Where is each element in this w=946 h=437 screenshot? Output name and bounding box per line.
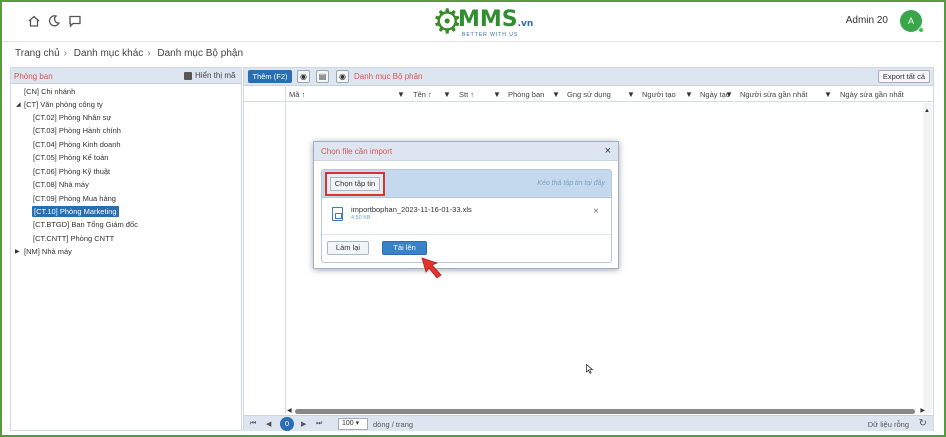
show-code-label: Hiển thị mã [195, 71, 236, 80]
user-name[interactable]: Admin 20 [846, 15, 888, 26]
target-icon[interactable]: ◉ [297, 70, 310, 83]
tree-item[interactable]: [CT.CNTT] Phòng CNTT [33, 233, 114, 244]
column-header-order[interactable]: Stt ↑ [459, 90, 474, 99]
scroll-left-icon[interactable]: ◀ [287, 407, 292, 414]
breadcrumb-separator: › [147, 48, 151, 59]
reset-button[interactable]: Làm lại [327, 241, 369, 255]
tree-item[interactable]: [CN] Chi nhánh [24, 86, 75, 97]
remove-file-icon[interactable]: × [593, 206, 599, 217]
breadcrumb-separator: › [63, 48, 67, 59]
scroll-right-icon[interactable]: ▶ [920, 407, 925, 414]
page-size-value: 100 [342, 420, 354, 427]
next-page-icon[interactable]: ▶ [301, 420, 306, 428]
filter-icon[interactable]: ▼ [824, 90, 832, 99]
column-separator [285, 87, 286, 102]
tree-item[interactable]: [CT.BTGD] Ban Tổng Giám đốc [33, 219, 138, 230]
tree-item[interactable]: [CT.03] Phòng Hành chính [33, 125, 121, 136]
tree-item[interactable]: [CT] Văn phòng công ty [24, 99, 103, 110]
last-page-icon[interactable]: ⏭ [316, 420, 322, 428]
tree-item[interactable]: [CT.08] Nhà máy [33, 179, 89, 190]
column-header-creator[interactable]: Người tạo [642, 90, 676, 99]
document-icon[interactable]: ▤ [316, 70, 329, 83]
dialog-header: Chọn file cần import × [314, 142, 618, 161]
filter-icon[interactable]: ▼ [443, 90, 451, 99]
logo-suffix-text: .vn [517, 19, 534, 29]
grid-title: Danh mục Bộ phận [354, 72, 423, 81]
column-header-code[interactable]: Mã ↑ [289, 90, 305, 99]
page-size-select[interactable]: 100 ▾ [338, 418, 368, 430]
vertical-scrollbar[interactable] [923, 103, 932, 413]
tree-item-selected[interactable]: [CT.10] Phòng Marketing [32, 206, 119, 217]
column-header-last-edited-date[interactable]: Ngày sửa gần nhất [840, 90, 904, 99]
caret-down-icon[interactable]: ◢ [16, 101, 21, 108]
file-upload-area: Chọn tập tin Kéo thả tập tin tại đây imp… [321, 169, 612, 263]
column-header-last-editor[interactable]: Người sửa gần nhất [740, 90, 808, 99]
filter-icon[interactable]: ▼ [552, 90, 560, 99]
column-header-in-use[interactable]: Gng sử dụng [567, 90, 611, 99]
add-button[interactable]: Thêm (F2) [248, 70, 292, 83]
filter-icon[interactable]: ▼ [397, 90, 405, 99]
file-size: 4.50 KB [351, 215, 371, 221]
home-icon[interactable] [26, 14, 42, 30]
horizontal-scrollbar[interactable]: ◀ ▶ [285, 408, 925, 414]
department-tree-panel: Phòng ban Hiển thị mã [CN] Chi nhánh ◢ [… [10, 67, 242, 431]
tree-item[interactable]: [CT.06] Phòng Kỹ thuật [33, 166, 110, 177]
column-header-name[interactable]: Tên ↑ [413, 90, 432, 99]
pager: ⏮ ◀ 0 ▶ ⏭ 100 ▾ dòng / trang Dữ liệu rỗn… [244, 415, 933, 431]
moon-icon[interactable] [46, 14, 62, 30]
mms-logo: ⚙ MMS.vn BETTER WITH US [432, 4, 534, 40]
tree-item[interactable]: [CT.02] Phòng Nhân sự [33, 112, 111, 123]
settings-icon[interactable]: ◉ [336, 70, 349, 83]
tree-item[interactable]: [CT.05] Phòng Kế toán [33, 152, 108, 163]
online-status-dot [918, 27, 924, 33]
horizontal-scrollbar-thumb[interactable] [295, 409, 915, 414]
tree-item[interactable]: [CT.09] Phòng Mua hàng [33, 193, 116, 204]
breadcrumb-other[interactable]: Danh mục khác [74, 48, 143, 59]
chat-icon[interactable] [67, 14, 83, 30]
chevron-down-icon: ▾ [355, 420, 360, 427]
refresh-icon[interactable]: ↻ [919, 418, 927, 429]
import-file-dialog: Chọn file cần import × Chọn tập tin Kéo … [313, 141, 619, 269]
upload-button[interactable]: Tải lên [382, 241, 427, 255]
breadcrumb-home[interactable]: Trang chủ [15, 48, 60, 59]
filter-icon[interactable]: ▼ [493, 90, 501, 99]
breadcrumb-current: Danh mục Bộ phận [157, 48, 244, 59]
prev-page-icon[interactable]: ◀ [266, 420, 271, 428]
dialog-title: Chọn file cần import [321, 147, 393, 156]
red-arrow-pointer-icon [421, 257, 442, 279]
first-page-icon[interactable]: ⏮ [250, 420, 256, 428]
tree-panel-header: Phòng ban Hiển thị mã [11, 68, 241, 84]
filter-icon[interactable]: ▼ [627, 90, 635, 99]
choose-file-highlight: Chọn tập tin [325, 172, 385, 196]
file-name: importbophan_2023-11-16-01-33.xls [351, 205, 472, 214]
grid-column-header: Mã ↑ ▼ Tên ↑ ▼ Stt ↑ ▼ Phòng ban ▼ Gng s… [244, 87, 933, 102]
upload-toolbar: Chọn tập tin Kéo thả tập tin tại đây [322, 170, 611, 198]
tree-item[interactable]: [NM] Nhà máy [24, 246, 72, 257]
caret-right-icon[interactable]: ▶ [15, 248, 20, 255]
scroll-up-icon[interactable]: ▲ [924, 108, 930, 114]
empty-data-label: Dữ liệu rỗng [867, 420, 909, 429]
drop-zone-hint[interactable]: Kéo thả tập tin tại đây [537, 180, 605, 187]
export-all-button[interactable]: Export tất cả [877, 70, 930, 83]
filter-icon[interactable]: ▼ [685, 90, 693, 99]
breadcrumb: Trang chủ › Danh mục khác › Danh mục Bộ ph… [15, 48, 247, 59]
mouse-cursor-icon [586, 364, 594, 374]
tree-item[interactable]: [CT.04] Phòng Kinh doanh [33, 139, 121, 150]
tree-panel-title: Phòng ban [14, 72, 53, 81]
show-code-checkbox[interactable] [184, 72, 192, 80]
logo-tagline: BETTER WITH US [462, 32, 519, 38]
grid-toolbar: Thêm (F2) ◉ ▤ ◉ Danh mục Bộ phận Export … [244, 68, 933, 86]
choose-file-button[interactable]: Chọn tập tin [330, 177, 380, 191]
logo-main-text: MMS [458, 7, 518, 32]
upload-actions: Làm lại Tải lên [322, 236, 611, 262]
selected-file-row: importbophan_2023-11-16-01-33.xls 4.50 K… [322, 199, 611, 235]
page-size-label: dòng / trang [373, 420, 414, 429]
column-header-department[interactable]: Phòng ban [508, 90, 544, 99]
spreadsheet-file-icon [332, 207, 343, 221]
current-page[interactable]: 0 [280, 417, 294, 431]
top-header: ⚙ MMS.vn BETTER WITH US Admin 20 A [2, 2, 942, 42]
close-icon[interactable]: × [605, 145, 611, 157]
grid-column-line [285, 102, 286, 414]
filter-icon[interactable]: ▼ [725, 90, 733, 99]
